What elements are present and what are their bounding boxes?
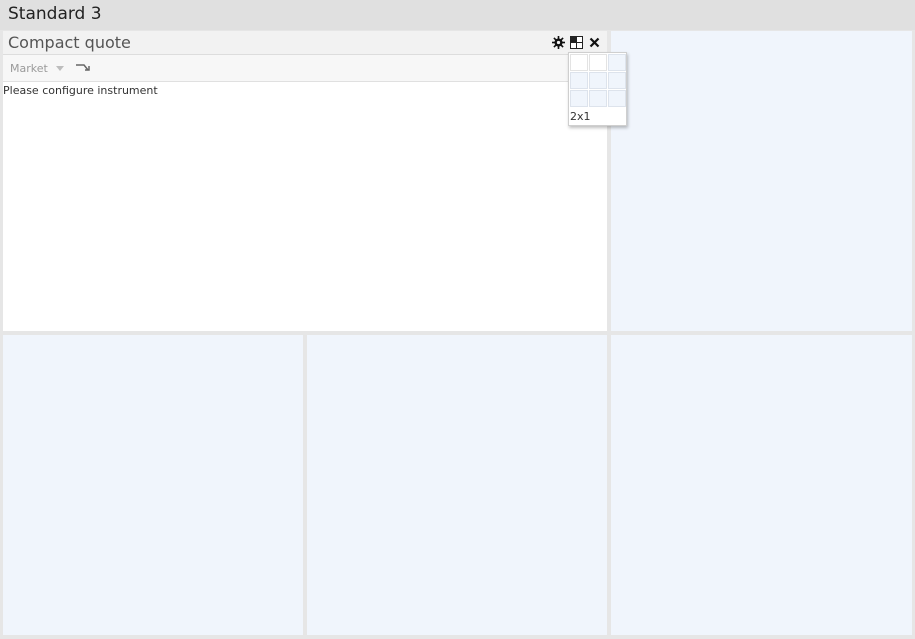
widget-titlebar[interactable]: Compact quote xyxy=(3,31,607,55)
configure-message: Please configure instrument xyxy=(3,84,158,97)
layout-grid-cell[interactable] xyxy=(570,72,588,89)
widget-controls xyxy=(551,35,601,49)
layout-grid-cell[interactable] xyxy=(608,54,626,71)
layout-grid-cell[interactable] xyxy=(589,90,607,107)
widget-title: Compact quote xyxy=(8,33,131,52)
layout-size-label: 2x1 xyxy=(570,110,591,123)
layout-grid-cell[interactable] xyxy=(608,90,626,107)
layout-grid-cell[interactable] xyxy=(570,90,588,107)
dashboard-header: Standard 3 xyxy=(0,0,915,30)
close-icon[interactable] xyxy=(587,35,601,49)
chevron-down-icon xyxy=(55,66,64,71)
layout-grid-cell[interactable] xyxy=(570,54,588,71)
widget-toolbar: Market xyxy=(3,55,607,82)
layout-grid-cell[interactable] xyxy=(589,54,607,71)
empty-cell-bottom-right[interactable] xyxy=(611,335,912,635)
empty-cell-bottom-middle[interactable] xyxy=(307,335,607,635)
market-dropdown-label: Market xyxy=(10,62,48,75)
market-dropdown[interactable]: Market xyxy=(10,62,64,75)
gear-icon[interactable] xyxy=(551,35,565,49)
dashboard-title: Standard 3 xyxy=(8,4,102,24)
compact-quote-widget: Compact quote Market Please configure in… xyxy=(3,31,607,331)
empty-cell-top-right[interactable] xyxy=(611,31,912,331)
layout-size-grid xyxy=(570,54,626,107)
empty-cell-bottom-left[interactable] xyxy=(3,335,303,635)
layout-grid-cell[interactable] xyxy=(608,72,626,89)
layout-grid-cell[interactable] xyxy=(589,72,607,89)
layout-size-popup: 2x1 xyxy=(568,52,627,126)
route-arrow-icon[interactable] xyxy=(75,61,91,79)
layout-icon[interactable] xyxy=(569,35,583,49)
